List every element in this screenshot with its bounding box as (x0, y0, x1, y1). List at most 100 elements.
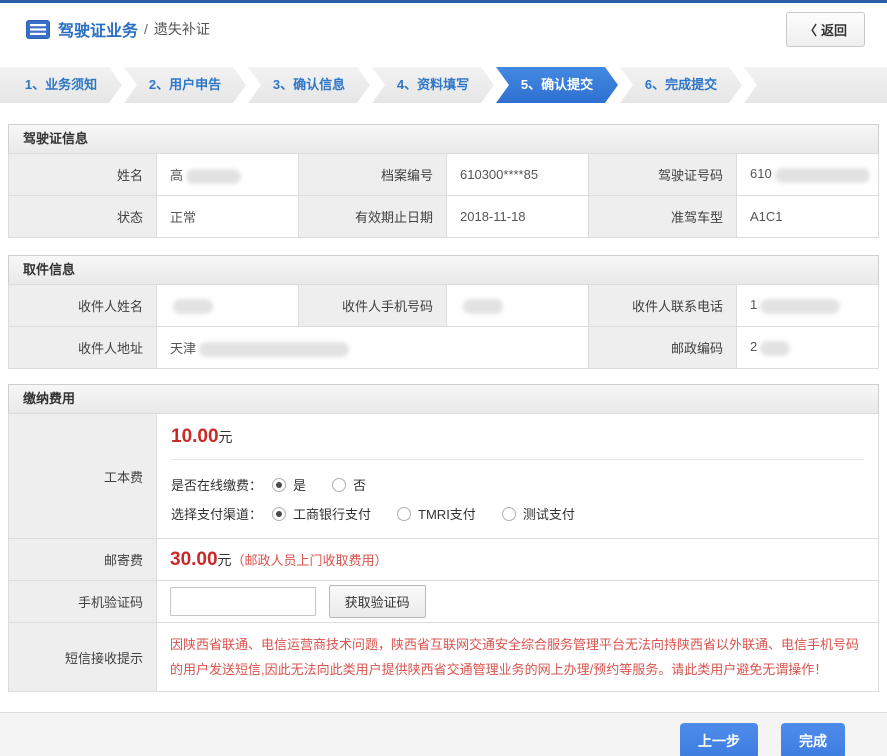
redaction-blur (463, 299, 503, 314)
license-no-value: 610 (737, 154, 879, 196)
step-6-finish-submit[interactable]: 6、完成提交 (620, 67, 742, 103)
radio-unselected-icon (397, 507, 411, 521)
fee-divider (171, 459, 864, 460)
radio-selected-icon (272, 478, 286, 492)
recipient-name-value (157, 285, 299, 327)
redaction-blur (760, 299, 840, 314)
table-row: 收件人地址 天津 邮政编码 2 (9, 327, 879, 369)
step-2-user-declaration[interactable]: 2、用户申告 (124, 67, 246, 103)
payment-channel-label: 选择支付渠道： (171, 504, 262, 523)
sms-code-label: 手机验证码 (9, 581, 157, 623)
radio-unselected-icon (502, 507, 516, 521)
redaction-blur (186, 169, 241, 184)
step-3-confirm-info[interactable]: 3、确认信息 (248, 67, 370, 103)
sms-code-input[interactable] (170, 587, 316, 616)
finish-button[interactable]: 完成 (781, 723, 845, 756)
breadcrumb-current: 遗失补证 (154, 19, 210, 39)
breadcrumb-separator: / (144, 21, 148, 37)
radio-online-yes[interactable]: 是 (272, 475, 306, 494)
name-value: 高 (157, 154, 299, 196)
payment-table: 工本费 10.00元 是否在线缴费： 是 否 选择支付渠道： 工商银行支付 TM… (8, 413, 879, 692)
sms-code-cell: 获取验证码 (157, 581, 879, 623)
table-row: 收件人姓名 收件人手机号码 收件人联系电话 1 (9, 285, 879, 327)
radio-label: 工商银行支付 (293, 504, 371, 523)
payment-channel-row: 选择支付渠道： 工商银行支付 TMRI支付 测试支付 (171, 499, 864, 528)
postage-label: 邮寄费 (9, 539, 157, 581)
radio-label: 测试支付 (523, 504, 575, 523)
postal-code-value: 2 (737, 327, 879, 369)
vehicle-type-label: 准驾车型 (589, 196, 737, 238)
step-4-fill-data[interactable]: 4、资料填写 (372, 67, 494, 103)
get-code-button[interactable]: 获取验证码 (329, 585, 426, 618)
redaction-blur (199, 342, 349, 357)
step-5-confirm-submit[interactable]: 5、确认提交 (496, 67, 618, 103)
table-row: 工本费 10.00元 是否在线缴费： 是 否 选择支付渠道： 工商银行支付 TM… (9, 414, 879, 539)
file-no-value: 610300****85 (447, 154, 589, 196)
table-row: 姓名 高 档案编号 610300****85 驾驶证号码 610 (9, 154, 879, 196)
payment-section: 缴纳费用 工本费 10.00元 是否在线缴费： 是 否 选择支付渠道： 工商银行… (8, 384, 879, 692)
file-no-label: 档案编号 (299, 154, 447, 196)
recipient-name-label: 收件人姓名 (9, 285, 157, 327)
radio-channel-icbc[interactable]: 工商银行支付 (272, 504, 371, 523)
step-1-business-notice[interactable]: 1、业务须知 (0, 67, 122, 103)
table-row: 手机验证码 获取验证码 (9, 581, 879, 623)
sms-tip-cell: 因陕西省联通、电信运营商技术问题，陕西省互联网交通安全综合服务管理平台无法向持陕… (157, 623, 879, 692)
license-info-title: 驾驶证信息 (8, 124, 879, 153)
vehicle-type-value: A1C1 (737, 196, 879, 238)
production-fee-amount-line: 10.00元 (171, 426, 864, 448)
recipient-phone-label: 收件人联系电话 (589, 285, 737, 327)
radio-selected-icon (272, 507, 286, 521)
page-title: 驾驶证业务 (58, 17, 138, 41)
postage-value: 30.00元（邮政人员上门收取费用） (157, 539, 879, 581)
online-payment-label: 是否在线缴费： (171, 475, 262, 494)
postal-code-label: 邮政编码 (589, 327, 737, 369)
table-row: 短信接收提示 因陕西省联通、电信运营商技术问题，陕西省互联网交通安全综合服务管理… (9, 623, 879, 692)
step-navigation: 1、业务须知 2、用户申告 3、确认信息 4、资料填写 5、确认提交 6、完成提… (0, 67, 887, 103)
name-label: 姓名 (9, 154, 157, 196)
footer-action-bar: 上一步 完成 (0, 712, 887, 756)
production-fee-label: 工本费 (9, 414, 157, 539)
postage-unit: 元 (218, 552, 232, 568)
pickup-info-section: 取件信息 收件人姓名 收件人手机号码 收件人联系电话 1 收件人地址 天津 邮政… (8, 255, 879, 369)
valid-until-label: 有效期止日期 (299, 196, 447, 238)
postage-amount: 30.00 (170, 549, 218, 570)
form-list-icon (26, 20, 50, 39)
redaction-blur (760, 341, 790, 356)
radio-unselected-icon (332, 478, 346, 492)
postage-note: （邮政人员上门收取费用） (232, 553, 388, 568)
radio-online-no[interactable]: 否 (332, 475, 366, 494)
payment-title: 缴纳费用 (8, 384, 879, 413)
sms-tip-label: 短信接收提示 (9, 623, 157, 692)
sms-tip-text: 因陕西省联通、电信运营商技术问题，陕西省互联网交通安全综合服务管理平台无法向持陕… (170, 632, 862, 682)
table-row: 邮寄费 30.00元（邮政人员上门收取费用） (9, 539, 879, 581)
radio-label: TMRI支付 (418, 504, 476, 523)
status-value: 正常 (157, 196, 299, 238)
production-fee-amount: 10.00 (171, 426, 219, 447)
recipient-mobile-value (447, 285, 589, 327)
recipient-address-label: 收件人地址 (9, 327, 157, 369)
redaction-blur (173, 299, 213, 314)
back-button-label: 返回 (821, 20, 847, 39)
license-info-table: 姓名 高 档案编号 610300****85 驾驶证号码 610 状态 正常 有… (8, 153, 879, 238)
pickup-info-title: 取件信息 (8, 255, 879, 284)
radio-label: 是 (293, 475, 306, 494)
radio-channel-tmri[interactable]: TMRI支付 (397, 504, 476, 523)
recipient-phone-value: 1 (737, 285, 879, 327)
previous-step-button[interactable]: 上一步 (680, 723, 758, 756)
status-label: 状态 (9, 196, 157, 238)
pickup-info-table: 收件人姓名 收件人手机号码 收件人联系电话 1 收件人地址 天津 邮政编码 2 (8, 284, 879, 369)
radio-channel-test[interactable]: 测试支付 (502, 504, 575, 523)
table-row: 状态 正常 有效期止日期 2018-11-18 准驾车型 A1C1 (9, 196, 879, 238)
valid-until-value: 2018-11-18 (447, 196, 589, 238)
production-fee-unit: 元 (219, 429, 233, 445)
chevron-left-icon: 〈 (804, 20, 817, 39)
radio-label: 否 (353, 475, 366, 494)
page-header: 驾驶证业务 / 遗失补证 〈返回 (0, 3, 887, 55)
online-payment-row: 是否在线缴费： 是 否 (171, 470, 864, 499)
step-nav-filler (744, 67, 887, 103)
production-fee-cell: 10.00元 是否在线缴费： 是 否 选择支付渠道： 工商银行支付 TMRI支付… (157, 414, 879, 539)
redaction-blur (775, 168, 870, 183)
back-button[interactable]: 〈返回 (786, 12, 865, 47)
recipient-mobile-label: 收件人手机号码 (299, 285, 447, 327)
license-no-label: 驾驶证号码 (589, 154, 737, 196)
